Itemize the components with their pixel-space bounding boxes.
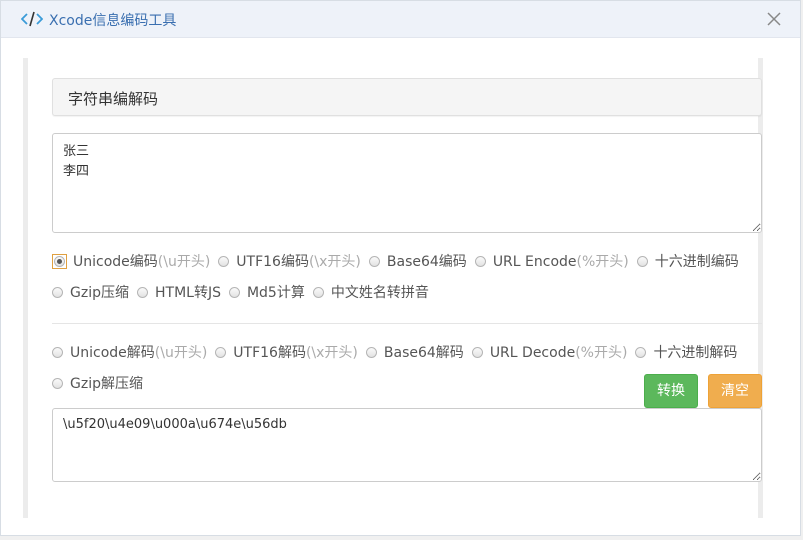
radio-option[interactable]: Base64解码 [365,342,464,362]
radio-label: Gzip解压缩 [70,376,143,392]
radio-label: 十六进制解码 [653,345,738,361]
radio-label: URL Decode [489,345,576,361]
radio-option[interactable]: Gzip压缩 [52,282,129,302]
radio-button[interactable] [136,286,148,298]
radio-button[interactable] [52,377,63,389]
encode-options-row-2: Gzip压缩 HTML转JS Md5计算 中文姓名转拼音 [52,282,437,304]
section-header: 字符串编解码 [52,78,762,116]
radio-option[interactable]: 十六进制解码 [635,342,737,362]
radio-option[interactable]: 中文姓名转拼音 [312,282,429,302]
radio-label: Base64编码 [386,254,467,270]
radio-hint: (%开头) [576,254,629,270]
radio-button[interactable] [365,346,377,358]
clear-button[interactable]: 清空 [708,374,762,408]
radio-button[interactable] [635,346,647,358]
radio-label: URL Encode [492,254,577,270]
radio-label: UTF16解码 [233,345,306,361]
radio-button[interactable] [52,346,63,358]
radio-button[interactable] [368,255,380,267]
radio-option[interactable]: Md5计算 [228,282,305,302]
app-window: Xcode信息编码工具 字符串编解码 Unicode编码(\u开头)UTF16编… [0,0,801,536]
radio-label: Md5计算 [246,285,305,301]
radio-option[interactable]: Base64编码 [368,251,467,271]
radio-option[interactable]: UTF16编码(\x开头) [218,251,361,271]
radio-button[interactable] [474,255,486,267]
divider [52,323,762,324]
radio-hint: (%开头) [575,345,628,361]
radio-button[interactable] [215,346,227,358]
radio-button[interactable] [228,286,240,298]
radio-label: 中文姓名转拼音 [330,285,429,301]
radio-label: Unicode编码 [73,254,158,270]
radio-focus-ring [52,253,67,269]
radio-label: HTML转JS [154,285,221,301]
codec-panel: 字符串编解码 Unicode编码(\u开头)UTF16编码(\x开头)Base6… [23,58,763,518]
radio-button[interactable] [636,255,648,267]
radio-option[interactable]: UTF16解码(\x开头) [215,342,358,362]
title-bar: Xcode信息编码工具 [1,1,800,38]
radio-label: Unicode解码 [70,345,155,361]
radio-button[interactable] [471,346,483,358]
radio-option[interactable]: 十六进制编码 [636,251,739,271]
section-title: 字符串编解码 [68,90,159,108]
radio-label: UTF16编码 [236,254,309,270]
radio-option[interactable]: HTML转JS [136,282,221,302]
radio-button[interactable] [312,286,324,298]
radio-option[interactable]: URL Encode(%开头) [474,251,629,271]
encode-options-row-1: Unicode编码(\u开头) UTF16编码(\x开头) Base64编码 URL … [52,251,747,273]
radio-option[interactable]: Unicode编码(\u开头) [52,251,210,271]
radio-label: Gzip压缩 [70,285,129,301]
radio-button[interactable] [54,255,65,267]
radio-hint: (\u开头) [157,254,211,270]
output-textarea[interactable] [52,408,762,482]
decode-options-row-1: Unicode解码(\u开头) UTF16解码(\x开头) Base64解码 URL … [52,342,745,364]
radio-hint: (\x开头) [308,254,361,270]
radio-option[interactable]: Gzip解压缩 [52,373,143,393]
input-textarea[interactable] [52,133,762,233]
code-icon [21,11,43,27]
radio-option[interactable]: URL Decode(%开头) [471,342,628,362]
radio-button[interactable] [52,286,63,298]
radio-hint: (\u开头) [154,345,208,361]
radio-label: 十六进制编码 [654,254,739,270]
radio-button[interactable] [218,255,230,267]
radio-hint: (\x开头) [305,345,358,361]
window-title: Xcode信息编码工具 [49,13,177,29]
convert-button[interactable]: 转换 [644,374,698,408]
close-icon[interactable] [766,11,782,27]
radio-label: Base64解码 [383,345,464,361]
radio-option[interactable]: Unicode解码(\u开头) [52,342,207,362]
decode-options-row-2: Gzip解压缩 [52,373,151,395]
